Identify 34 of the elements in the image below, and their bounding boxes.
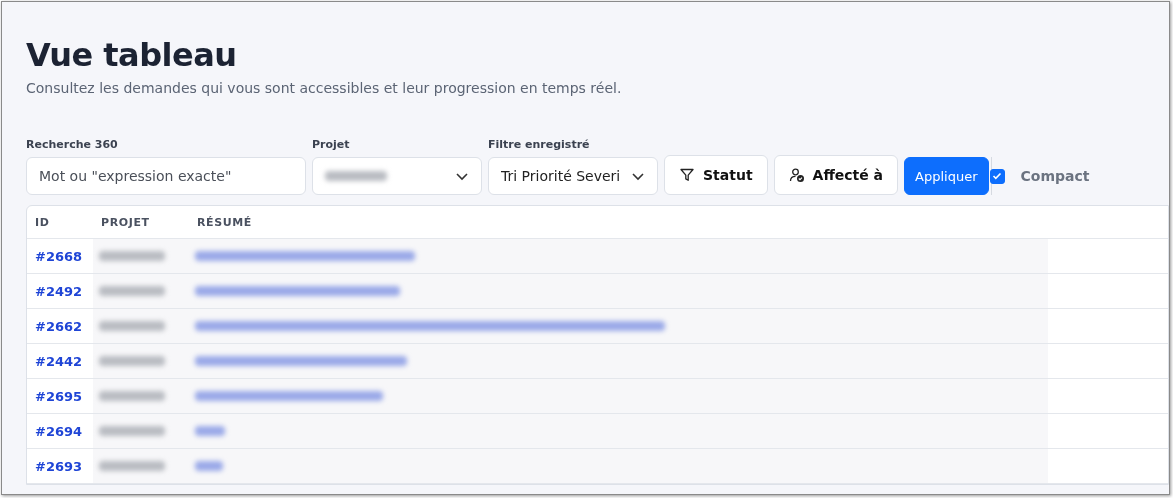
ticket-link[interactable]: #2694 xyxy=(27,423,93,439)
ticket-link[interactable]: #2442 xyxy=(27,353,93,369)
redacted-text xyxy=(99,321,165,331)
field-label: Projet xyxy=(312,138,351,151)
ticket-link[interactable]: #2492 xyxy=(27,283,93,299)
redacted-text xyxy=(195,426,225,436)
filter-button[interactable]: Statut xyxy=(664,155,768,195)
column-header: PROJET xyxy=(100,215,151,229)
page-subtitle: Consultez les demandes qui vous sont accessibles et leur progression en temps réel. xyxy=(26,80,623,96)
checkbox-label: Compact xyxy=(1020,168,1090,184)
page-title: Vue tableau xyxy=(26,36,238,74)
redacted-text xyxy=(99,286,165,296)
user-check-icon xyxy=(788,167,805,183)
field-label: Recherche 360 xyxy=(26,138,119,151)
column-header: RÉSUMÉ xyxy=(196,215,253,229)
redacted-text xyxy=(195,461,223,471)
ticket-link[interactable]: #2668 xyxy=(27,248,93,264)
column-header: ID xyxy=(34,215,51,229)
redacted-text xyxy=(99,426,165,436)
redacted-text xyxy=(99,461,165,471)
redacted-text xyxy=(99,251,165,261)
redacted-text xyxy=(99,391,165,401)
primary-button[interactable]: Appliquer xyxy=(904,157,989,195)
field-label: Filtre enregistré xyxy=(488,138,591,151)
ticket-link[interactable]: #2662 xyxy=(27,318,93,334)
redacted-text xyxy=(99,356,165,366)
search-field[interactable]: Mot ou "expression exacte" xyxy=(26,157,306,195)
check-icon xyxy=(992,171,1003,181)
filter-icon xyxy=(679,167,695,183)
assignee-button[interactable]: Affecté à xyxy=(773,155,899,195)
ticket-link[interactable]: #2693 xyxy=(27,458,93,474)
saved-filter-select[interactable]: Tri Priorité Severi xyxy=(488,157,658,195)
ticket-link[interactable]: #2695 xyxy=(27,388,93,404)
compact-checkbox[interactable] xyxy=(989,168,1005,184)
